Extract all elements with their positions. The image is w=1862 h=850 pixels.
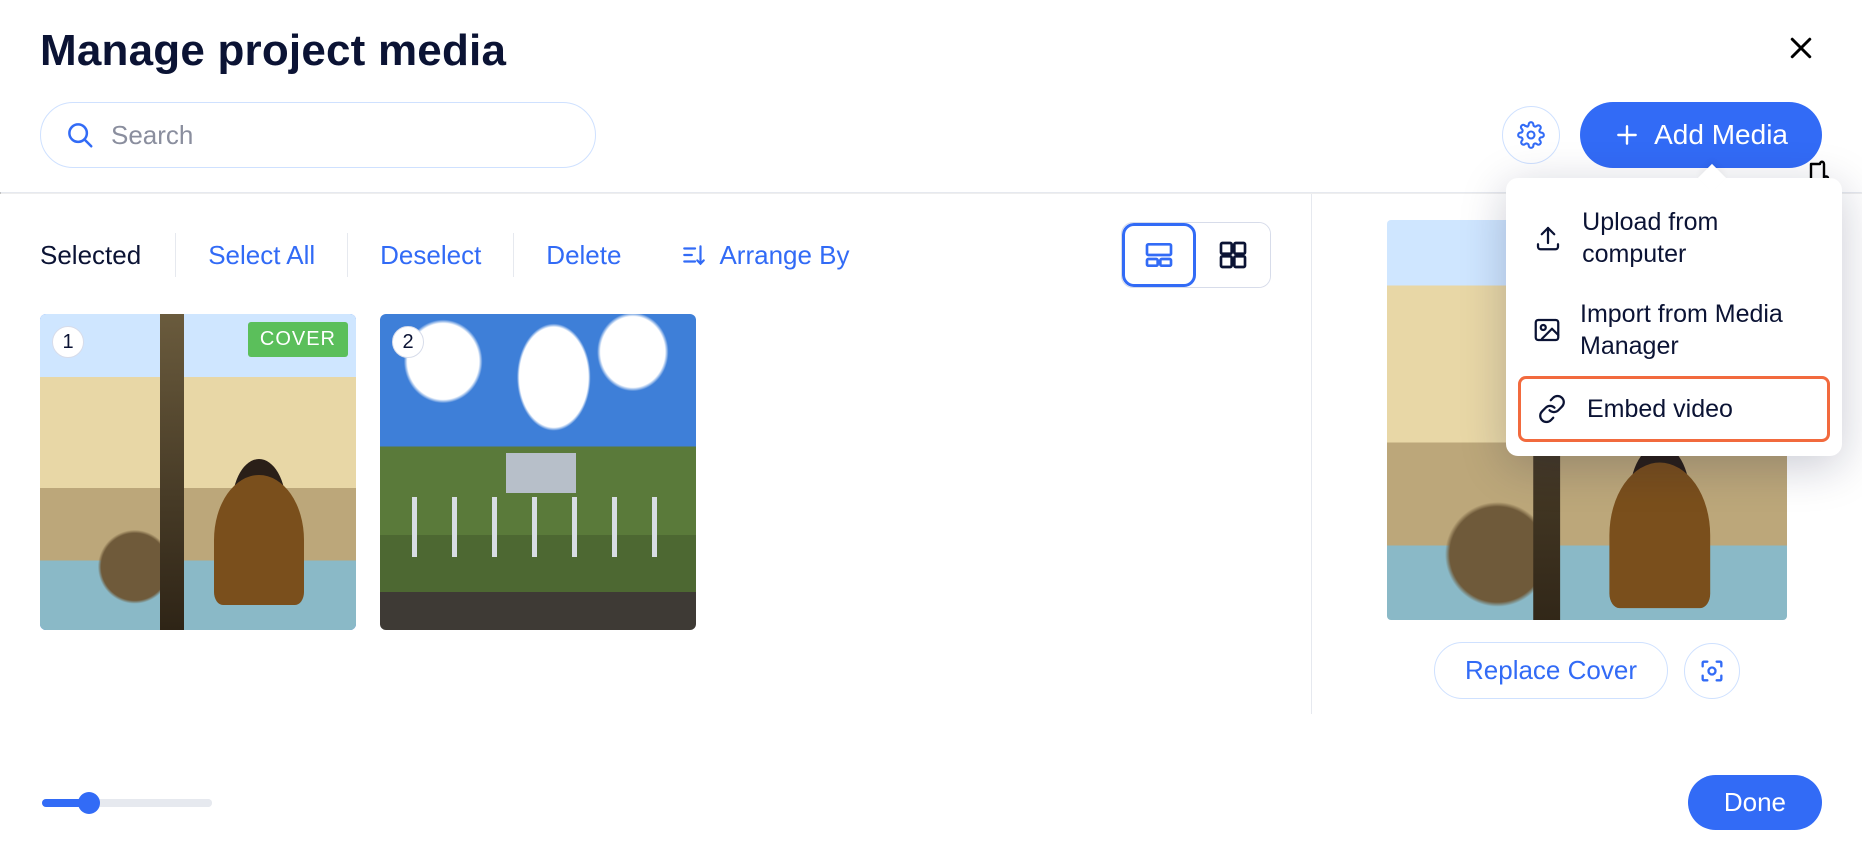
cover-badge: COVER (248, 322, 348, 357)
arrange-icon (681, 242, 707, 268)
modal-header: Manage project media (0, 0, 1862, 86)
selected-label: Selected (40, 240, 175, 271)
crop-focus-button[interactable] (1684, 643, 1740, 699)
add-media-dropdown: Upload from computer Import from Media M… (1506, 178, 1842, 456)
modal-title: Manage project media (40, 26, 1780, 76)
left-pane: Selected Select All Deselect Delete Arra… (0, 194, 1312, 714)
search-field[interactable] (40, 102, 596, 168)
media-thumb[interactable]: 2 (380, 314, 696, 630)
image-icon (1532, 315, 1562, 345)
media-grid: 1 COVER 2 (40, 314, 1271, 630)
dropdown-item-import-media-manager[interactable]: Import from Media Manager (1518, 284, 1830, 376)
manage-media-modal: Manage project media Add Media (0, 0, 1862, 850)
dropdown-item-label: Embed video (1587, 393, 1733, 425)
grid-icon (1217, 239, 1249, 271)
link-icon (1535, 394, 1569, 424)
search-input[interactable] (109, 119, 571, 152)
controls-row: Add Media (0, 86, 1862, 192)
delete-button[interactable]: Delete (513, 233, 653, 277)
dropdown-item-label: Import from Media Manager (1580, 298, 1816, 362)
arrange-by-button[interactable]: Arrange By (653, 240, 849, 271)
media-thumb-image (380, 314, 696, 630)
dropdown-item-label: Upload from computer (1582, 206, 1816, 270)
select-all-button[interactable]: Select All (175, 233, 347, 277)
done-button[interactable]: Done (1688, 775, 1822, 830)
replace-cover-button[interactable]: Replace Cover (1434, 642, 1668, 699)
close-button[interactable] (1780, 28, 1822, 74)
media-thumb-image (40, 314, 356, 630)
media-thumb-index: 2 (392, 326, 424, 358)
add-media-label: Add Media (1654, 119, 1788, 151)
dropdown-item-embed-video[interactable]: Embed video (1518, 376, 1830, 442)
view-toggle-group (1121, 222, 1271, 288)
gear-icon (1517, 121, 1545, 149)
cover-actions: Replace Cover (1434, 642, 1740, 699)
view-grid-button[interactable] (1196, 223, 1270, 287)
search-icon (65, 120, 95, 150)
deselect-button[interactable]: Deselect (347, 233, 513, 277)
add-media-button[interactable]: Add Media (1580, 102, 1822, 168)
footer: Done (0, 775, 1862, 830)
view-large-button[interactable] (1122, 223, 1196, 287)
selection-toolbar: Selected Select All Deselect Delete Arra… (40, 222, 1271, 288)
media-thumb-index: 1 (52, 326, 84, 358)
zoom-slider[interactable] (42, 799, 212, 807)
focus-icon (1698, 657, 1726, 685)
close-icon (1786, 33, 1816, 63)
large-tiles-icon (1143, 239, 1175, 271)
dropdown-item-upload-computer[interactable]: Upload from computer (1518, 192, 1830, 284)
arrange-by-label: Arrange By (719, 240, 849, 271)
plus-icon (1614, 122, 1640, 148)
settings-button[interactable] (1502, 106, 1560, 164)
upload-icon (1532, 223, 1564, 253)
media-thumb[interactable]: 1 COVER (40, 314, 356, 630)
